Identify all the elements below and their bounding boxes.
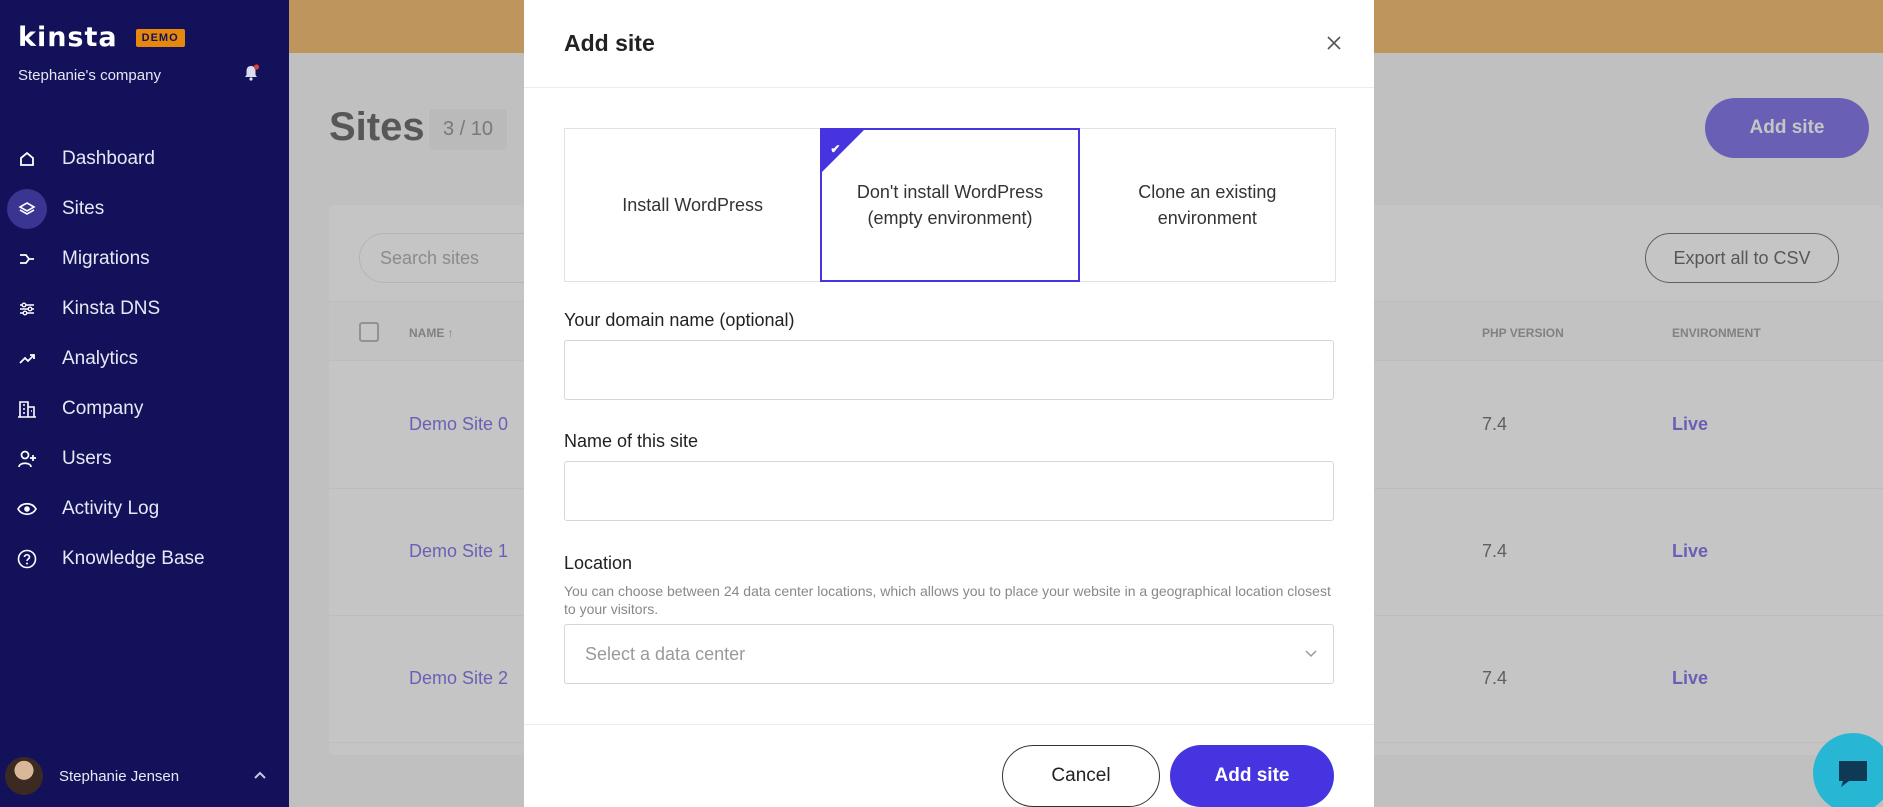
chat-widget-button[interactable]	[1813, 733, 1883, 807]
sidebar-item-label: Dashboard	[62, 148, 155, 169]
home-icon	[14, 146, 40, 172]
avatar	[5, 757, 43, 795]
kinsta-logo[interactable]: kinsta	[18, 22, 118, 53]
sidebar-item-label: Knowledge Base	[62, 548, 205, 569]
site-name-input[interactable]	[564, 461, 1334, 521]
select-placeholder: Select a data center	[585, 643, 746, 664]
option-label: Clone an existing environment	[1138, 182, 1277, 228]
sidebar-item-activity-log[interactable]: Activity Log	[0, 484, 289, 534]
option-install-wordpress[interactable]: Install WordPress	[565, 129, 820, 281]
sidebar-item-label: Sites	[62, 198, 105, 219]
eye-icon	[14, 496, 40, 522]
option-label: Don't install WordPress (empty environme…	[856, 182, 1044, 228]
sidebar: kinsta DEMO Stephanie's company Dashboar…	[0, 0, 289, 807]
user-menu[interactable]: Stephanie Jensen	[0, 745, 289, 807]
close-icon[interactable]	[1324, 33, 1344, 53]
modal-header: Add site	[524, 0, 1374, 88]
sidebar-item-label: Kinsta DNS	[62, 298, 161, 319]
sidebar-item-label: Migrations	[62, 248, 150, 269]
chevron-up-icon	[253, 767, 267, 785]
submit-add-site-button[interactable]: Add site	[1170, 745, 1334, 807]
sidebar-item-label: Users	[62, 448, 112, 469]
cancel-button[interactable]: Cancel	[1002, 745, 1160, 807]
option-clone-environment[interactable]: Clone an existing environment	[1080, 129, 1335, 281]
brand: kinsta DEMO	[18, 22, 185, 53]
building-icon	[14, 396, 40, 422]
sidebar-item-sites[interactable]: Sites	[0, 184, 289, 234]
sidebar-item-analytics[interactable]: Analytics	[0, 334, 289, 384]
analytics-icon	[14, 346, 40, 372]
sidebar-item-label: Activity Log	[62, 498, 160, 519]
sidebar-item-label: Analytics	[62, 348, 139, 369]
sidebar-item-users[interactable]: Users	[0, 434, 289, 484]
user-name: Stephanie Jensen	[59, 767, 180, 785]
data-center-select[interactable]: Select a data center	[564, 624, 1334, 684]
migrations-icon	[14, 246, 40, 272]
domain-label: Your domain name (optional)	[564, 310, 795, 330]
user-plus-icon	[14, 446, 40, 472]
location-help-text: You can choose between 24 data center lo…	[564, 583, 1331, 617]
domain-input[interactable]	[564, 340, 1334, 400]
notification-bell-icon[interactable]	[242, 64, 260, 82]
option-empty-environment[interactable]: ✔ Don't install WordPress (empty environ…	[820, 128, 1080, 282]
chat-icon	[1839, 761, 1867, 787]
sidebar-item-dashboard[interactable]: Dashboard	[0, 134, 289, 184]
checkmark-icon: ✔	[830, 142, 841, 156]
location-label: Location	[564, 553, 633, 573]
selected-corner	[821, 129, 866, 173]
demo-badge: DEMO	[135, 28, 185, 47]
dns-icon	[14, 296, 40, 322]
modal-title: Add site	[564, 30, 655, 56]
sidebar-item-knowledge-base[interactable]: Knowledge Base	[0, 534, 289, 584]
sidebar-item-migrations[interactable]: Migrations	[0, 234, 289, 284]
sidebar-nav: Dashboard Sites Migrations Kinsta DNS An…	[0, 134, 289, 584]
company-switcher[interactable]: Stephanie's company	[18, 67, 161, 84]
chevron-down-icon	[1303, 645, 1319, 666]
site-name-label: Name of this site	[564, 431, 699, 451]
option-label: Install WordPress	[622, 195, 764, 215]
layers-icon	[7, 189, 47, 229]
help-icon	[14, 546, 40, 572]
install-options: Install WordPress ✔ Don't install WordPr…	[564, 128, 1336, 282]
sidebar-item-company[interactable]: Company	[0, 384, 289, 434]
modal-footer: Cancel Add site	[524, 724, 1374, 807]
sidebar-item-kinsta-dns[interactable]: Kinsta DNS	[0, 284, 289, 334]
add-site-modal: Add site Install WordPress ✔ Don't insta…	[524, 0, 1374, 807]
sidebar-item-label: Company	[62, 398, 144, 419]
